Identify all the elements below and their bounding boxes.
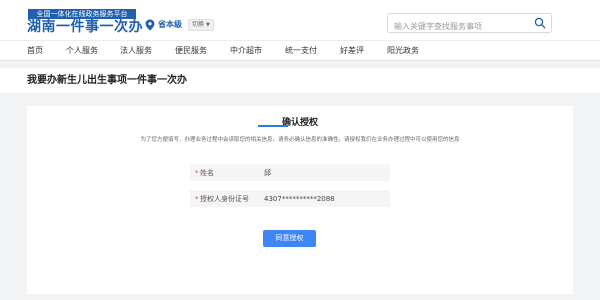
page-title-bar: 我要办新生儿出生事项一件事一次办 [0,68,600,93]
current-location: 省本级 [158,20,182,29]
nav-item-open-government[interactable]: 阳光政务 [387,45,419,57]
title-underline [258,125,288,127]
name-field-row: * 姓名 邱 [190,164,390,181]
authorization-title: 确认授权 [281,118,318,128]
nav-item-personal-services[interactable]: 个人服务 [66,45,98,57]
platform-banner: 全国一体化在线政务服务平台 [28,9,136,19]
id-number-field-row: * 授权人身份证号 4307**********2088 [190,190,390,207]
nav-item-legal-entity-services[interactable]: 法人服务 [120,45,152,57]
site-logo[interactable]: 湖南一件事一次办 [27,19,143,35]
agree-authorization-button[interactable]: 同意授权 [263,230,316,247]
main-nav: 首页 个人服务 法人服务 便民服务 中介超市 统一支付 好差评 阳光政务 [0,40,600,61]
id-number-label: 授权人身份证号 [200,194,249,203]
search-box [387,13,552,36]
id-number-value: 4307**********2088 [264,194,335,203]
switch-label: 切换 [192,21,205,28]
location-selector: 省本级 切换 ▼ [145,18,214,32]
nav-item-agency-market[interactable]: 中介超市 [230,45,262,57]
header: 全国一体化在线政务服务平台 湖南一件事一次办 省本级 切换 ▼ [0,0,600,40]
search-input[interactable] [388,17,528,36]
name-label: 姓名 [200,168,214,177]
location-pin-icon [145,19,155,31]
nav-item-evaluation[interactable]: 好差评 [340,45,364,57]
search-icon[interactable] [534,17,546,29]
switch-location-button[interactable]: 切换 ▼ [188,19,214,31]
nav-item-unified-payment[interactable]: 统一支付 [285,45,317,57]
name-value: 邱 [264,168,271,177]
nav-item-home[interactable]: 首页 [27,45,43,57]
nav-item-convenience-services[interactable]: 便民服务 [175,45,207,57]
chevron-down-icon: ▼ [206,22,210,28]
page-title: 我要办新生儿出生事项一件事一次办 [27,75,187,86]
authorization-notice: 为了您方便填写、办理业务过程中会读取您的相关信息，请务必确认信息的准确性。请授权… [140,137,460,143]
